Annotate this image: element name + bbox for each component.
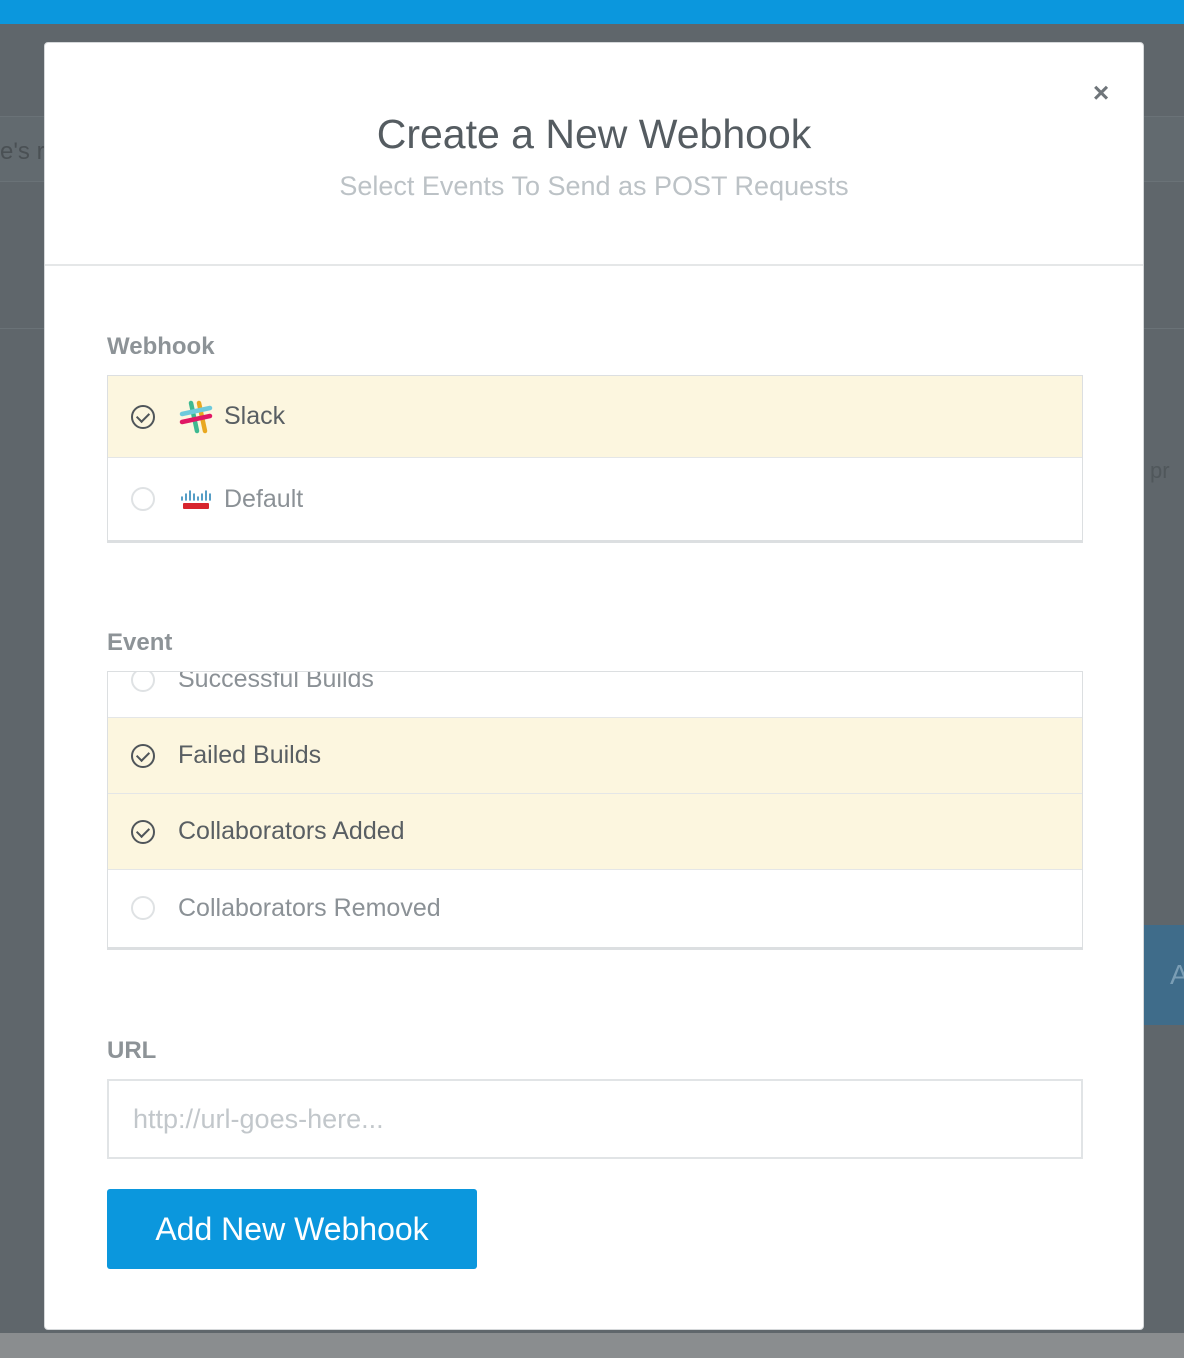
url-section-label: URL — [107, 1037, 157, 1064]
event-option-collaborators-removed[interactable]: Collaborators Removed — [108, 870, 1082, 946]
close-icon: × — [1092, 77, 1110, 108]
background-text-fragment: e's r — [0, 138, 45, 165]
webhook-option-label: Default — [224, 484, 304, 513]
radio-unchecked-icon[interactable] — [131, 896, 155, 920]
radio-unchecked-icon[interactable] — [131, 672, 155, 692]
add-new-webhook-button[interactable]: Add New Webhook — [107, 1189, 477, 1269]
webhook-section-label: Webhook — [107, 333, 215, 360]
background-button-label: A — [1170, 959, 1184, 990]
close-button[interactable]: × — [1089, 79, 1113, 107]
radio-unchecked-icon[interactable] — [131, 487, 155, 511]
webhook-option-default[interactable]: Default — [108, 458, 1082, 540]
webhook-option-label: Slack — [224, 402, 286, 430]
modal-header: Create a New Webhook Select Events To Se… — [45, 43, 1143, 266]
slack-icon — [179, 400, 213, 433]
event-option-label: Collaborators Added — [178, 817, 405, 845]
background-button: A — [1140, 925, 1184, 1025]
cisco-icon — [181, 490, 211, 509]
radio-checked-icon[interactable] — [131, 404, 155, 429]
event-option-successful-builds[interactable]: Successful Builds — [108, 671, 1082, 718]
background-text-fragment-right: pr — [1150, 458, 1170, 483]
event-options-list[interactable]: Successful Builds Failed Builds Collabor… — [107, 671, 1083, 950]
event-option-label: Successful Builds — [178, 671, 374, 693]
event-option-label: Failed Builds — [178, 741, 322, 769]
event-section-label: Event — [107, 629, 173, 656]
modal-subtitle: Select Events To Send as POST Requests — [339, 171, 849, 201]
event-option-failed-builds[interactable]: Failed Builds — [108, 718, 1082, 794]
radio-checked-icon[interactable] — [131, 743, 155, 768]
webhook-option-slack[interactable]: Slack — [108, 376, 1082, 458]
event-option-label: Collaborators Removed — [178, 893, 441, 922]
event-option-collaborators-added[interactable]: Collaborators Added — [108, 794, 1082, 870]
webhook-options-list: Slack Default — [107, 375, 1083, 543]
background-bottom-bar — [0, 1333, 1184, 1358]
url-input[interactable] — [107, 1079, 1083, 1159]
app-top-bar — [0, 0, 1184, 24]
radio-checked-icon[interactable] — [131, 819, 155, 844]
create-webhook-modal: Create a New Webhook Select Events To Se… — [44, 42, 1144, 1330]
modal-title: Create a New Webhook — [376, 111, 812, 157]
